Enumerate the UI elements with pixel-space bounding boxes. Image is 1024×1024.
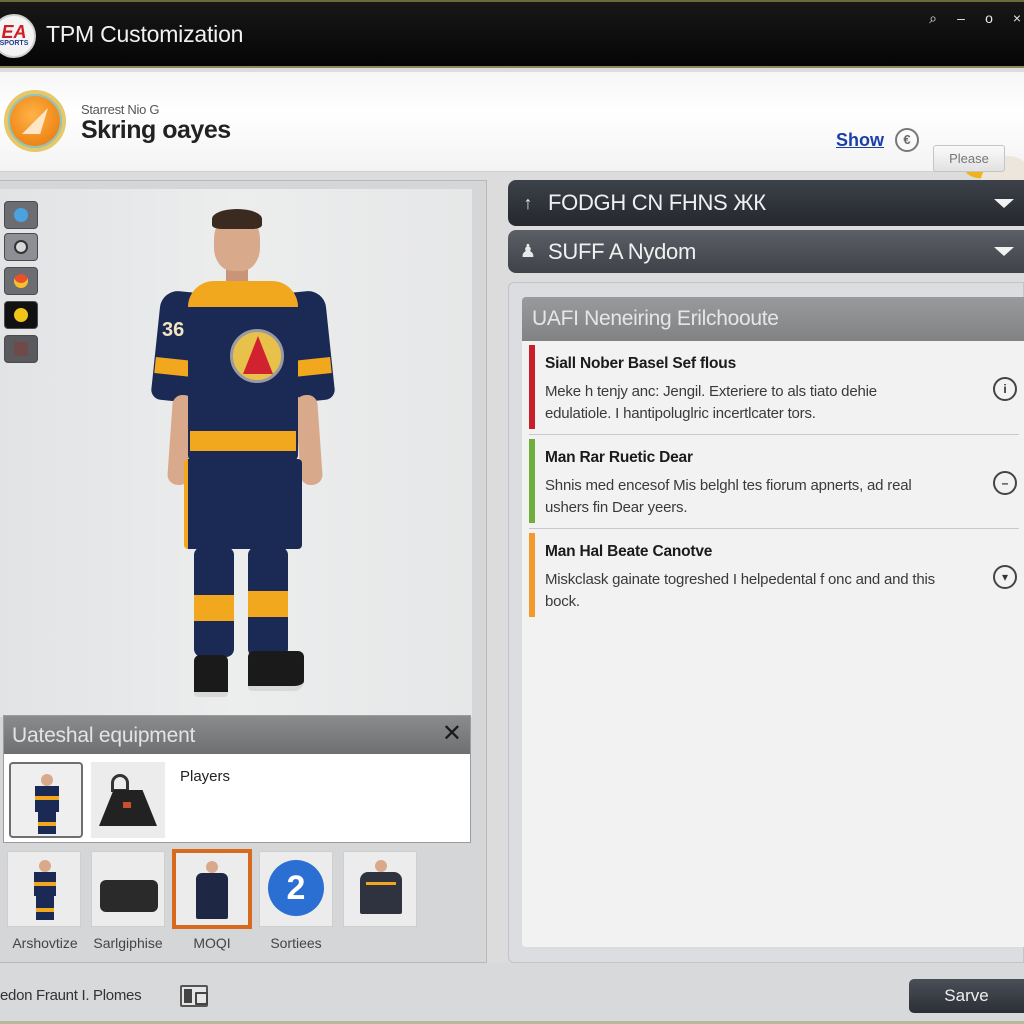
save-button[interactable]: Sarve	[909, 979, 1024, 1013]
footer-bar: edon Fraunt I. Plomes Sarve	[0, 963, 1024, 1024]
chevron-down-icon	[994, 247, 1014, 256]
close-icon[interactable]: ✕	[442, 722, 462, 746]
tool-icon-column	[4, 201, 38, 363]
team-crest	[230, 329, 284, 383]
emblem-icon[interactable]	[4, 301, 38, 329]
minimize-button[interactable]: –	[954, 10, 968, 27]
thumbnail-item[interactable]: 2	[259, 851, 333, 927]
header-title: Skring oayes	[81, 116, 231, 144]
equipment-thumb-jacket[interactable]	[91, 762, 165, 838]
info-icon[interactable]: i	[993, 377, 1017, 401]
equipment-header: Uateshal equipment ✕	[4, 716, 470, 754]
thumbnail-label: Arshovtize	[12, 935, 78, 951]
dropdown-label: SUFF A Nydom	[548, 238, 696, 264]
minus-circle-icon[interactable]: –	[993, 471, 1017, 495]
apps-icon[interactable]	[4, 201, 38, 229]
notice-color-bar	[529, 439, 535, 523]
camera-icon[interactable]	[4, 233, 38, 261]
header-band: Starrest Nio G Skring oayes Show	[0, 72, 1024, 216]
thumbnail-strip: Arshovtize Sarlgiphise MOQI 2 Sortiees	[7, 849, 477, 951]
palette-icon[interactable]	[4, 267, 38, 295]
thumbnail-item[interactable]	[343, 851, 417, 927]
close-button[interactable]: ×	[1010, 10, 1024, 27]
equipment-panel: Uateshal equipment ✕ Players	[3, 715, 471, 843]
dropdown-fodgh[interactable]: ↑ FODGH CN FHNS ЖК	[508, 180, 1024, 226]
info-panel: UAFI Neneiring Erilchooute Siall Nober B…	[508, 282, 1024, 963]
window-title: TPM Customization	[46, 21, 244, 47]
currency-icon[interactable]: €	[895, 128, 919, 152]
ea-logo-text: EA	[1, 22, 27, 42]
info-panel-body: UAFI Neneiring Erilchooute Siall Nober B…	[522, 297, 1024, 947]
header-subtitle: Starrest Nio G	[81, 102, 160, 117]
notice-title: Man Rar Ruetic Dear	[545, 449, 693, 466]
thumbnail-label: Sortiees	[270, 935, 322, 951]
divider	[529, 528, 1019, 529]
thumbnail-label: Sarlgiphise	[93, 935, 163, 951]
notice-body: Miskclask gainate togreshed I helpedenta…	[545, 571, 935, 610]
equipment-label: Players	[180, 768, 231, 785]
dropdown-suff[interactable]: ♟ SUFF A Nydom	[508, 230, 1024, 273]
helmet-badge: 2	[268, 860, 324, 916]
thumbnail-item[interactable]	[7, 851, 81, 927]
notice-body: Shnis med encesof Mis belghl tes fiorum …	[545, 477, 912, 516]
please-button[interactable]: Please	[933, 145, 1005, 172]
grid-icon[interactable]	[4, 335, 38, 363]
notice-item[interactable]: Man Hal Beate Canotve Miskclask gainate …	[529, 531, 1019, 623]
notice-color-bar	[529, 345, 535, 429]
ea-logo-subtext: SPORTS	[0, 40, 29, 47]
show-link[interactable]: Show	[836, 130, 884, 151]
title-bar: EA SPORTS TPM Customization ⌕ – o ×	[0, 0, 1024, 68]
person-icon: ♟	[519, 241, 537, 261]
thumbnail-label: MOQI	[193, 935, 231, 951]
notice-item[interactable]: Man Rar Ruetic Dear Shnis med encesof Mi…	[529, 437, 1019, 529]
options-area: ↑ FODGH CN FHNS ЖК ♟ SUFF A Nydom UAFI N…	[508, 180, 1024, 963]
notice-body: Meke h tenjy anc: Jengil. Exteriere to a…	[545, 383, 877, 422]
preview-panel: 36 Uateshal equipment ✕ Players Arshovti…	[0, 180, 487, 963]
thumbnail-item-selected[interactable]	[172, 849, 252, 929]
notice-title: Siall Nober Basel Sef flous	[545, 355, 736, 372]
jersey-number: 36	[162, 319, 185, 341]
dropdown-label: FODGH CN FHNS ЖК	[548, 190, 766, 215]
export-icon[interactable]	[180, 985, 208, 1007]
ea-logo: EA SPORTS	[0, 14, 36, 58]
maximize-button[interactable]: o	[982, 10, 996, 27]
window-controls: ⌕ – o ×	[926, 10, 1024, 27]
notice-color-bar	[529, 533, 535, 617]
chevron-down-icon	[994, 198, 1014, 208]
info-panel-title: UAFI Neneiring Erilchooute	[532, 307, 779, 330]
thumbnail-item[interactable]	[91, 851, 165, 927]
chevron-down-circle-icon[interactable]: ▾	[993, 565, 1017, 589]
equipment-thumb-player[interactable]	[9, 762, 83, 838]
equipment-title: Uateshal equipment	[12, 724, 196, 747]
arrow-up-icon: ↑	[523, 192, 533, 213]
player-model: 36	[150, 209, 336, 709]
app-logo-icon	[4, 90, 66, 152]
notice-title: Man Hal Beate Canotve	[545, 543, 713, 560]
status-text: edon Fraunt I. Plomes	[0, 987, 142, 1004]
player-viewport[interactable]: 36	[0, 189, 472, 717]
notice-item[interactable]: Siall Nober Basel Sef flous Meke h tenjy…	[529, 343, 1019, 435]
info-panel-header: UAFI Neneiring Erilchooute	[522, 297, 1024, 341]
divider	[529, 434, 1019, 435]
search-icon[interactable]: ⌕	[926, 10, 940, 27]
